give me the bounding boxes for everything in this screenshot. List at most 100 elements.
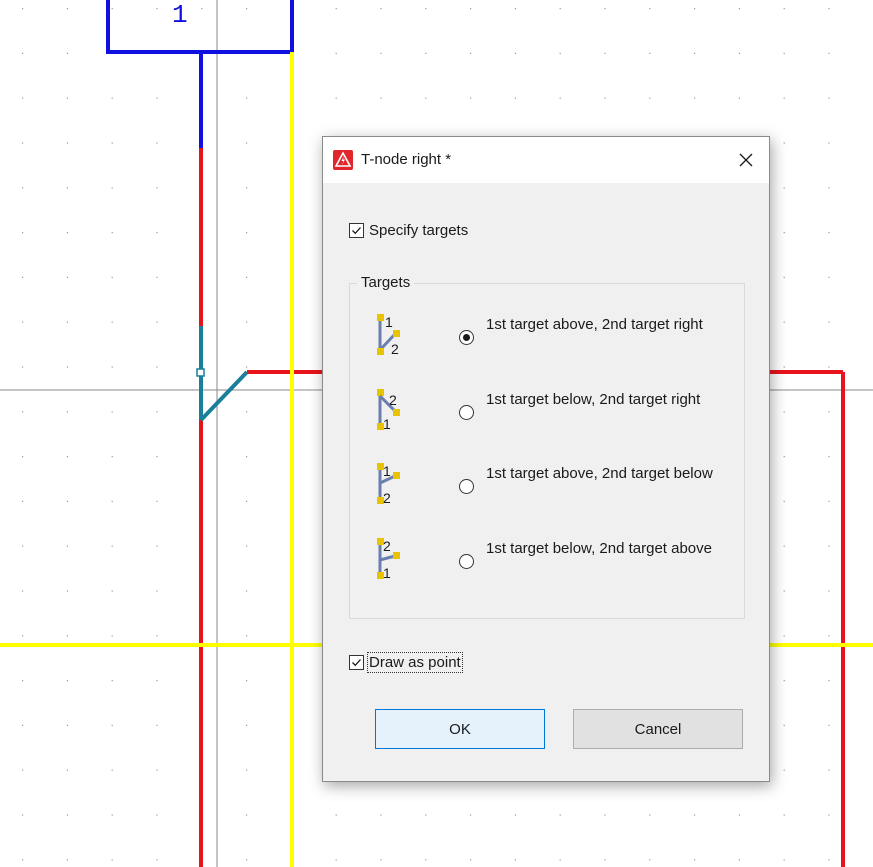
grid-dot [335, 52, 337, 54]
grid-dot [738, 859, 740, 861]
grid-dot [828, 724, 830, 726]
grid-dot [22, 456, 24, 458]
grid-dot [22, 635, 24, 637]
ok-button[interactable]: OK [375, 709, 545, 749]
grid-dot [738, 814, 740, 816]
grid-dot [783, 590, 785, 592]
grid-dot [246, 545, 248, 547]
grid-dot [783, 635, 785, 637]
grid-dot [470, 52, 472, 54]
radio-option-3[interactable] [459, 479, 474, 494]
grid-dot [246, 456, 248, 458]
tnode-diagonal[interactable] [199, 370, 249, 422]
grid-dot [470, 814, 472, 816]
component-label: 1 [172, 0, 188, 30]
grid-dot [783, 814, 785, 816]
grid-dot [111, 276, 113, 278]
grid-dot [649, 52, 651, 54]
grid-dot [246, 8, 248, 10]
target-option-1[interactable]: 1 2 1st target above, 2nd target right [359, 312, 729, 372]
cancel-button[interactable]: Cancel [573, 709, 743, 749]
grid-dot [425, 859, 427, 861]
draw-as-point-checkmark-box[interactable] [349, 655, 364, 670]
grid-dot [649, 97, 651, 99]
grid-dot [156, 769, 158, 771]
dialog-title: T-node right * [361, 151, 452, 168]
tnode-dialog: T-node right * Specify targets Targets 1… [322, 136, 770, 782]
checkmark-icon [352, 659, 361, 667]
grid-dot [425, 8, 427, 10]
svg-text:2: 2 [389, 392, 397, 408]
grid-dot [604, 859, 606, 861]
option-4-label: 1st target below, 2nd target above [486, 540, 712, 557]
svg-text:2: 2 [383, 490, 391, 506]
tnode-below-above-icon: 2 1 [377, 538, 400, 581]
grid-dot [514, 52, 516, 54]
specify-targets-checkmark-box[interactable] [349, 223, 364, 238]
grid-dot [783, 366, 785, 368]
grid-dot [783, 232, 785, 234]
tnode-above-below-icon: 1 2 [377, 463, 400, 506]
grid-dot [246, 366, 248, 368]
grid-dot [783, 97, 785, 99]
radio-option-2[interactable] [459, 405, 474, 420]
grid-dot [246, 859, 248, 861]
targets-group-title: Targets [357, 274, 415, 291]
grid-dot [22, 411, 24, 413]
component-box[interactable] [106, 0, 294, 54]
grid-dot [694, 814, 696, 816]
grid-dot [828, 366, 830, 368]
grid-dot [156, 590, 158, 592]
grid-dot [514, 8, 516, 10]
grid-dot [22, 276, 24, 278]
grid-dot [828, 500, 830, 502]
tnode-point[interactable] [196, 368, 205, 377]
target-option-4[interactable]: 2 1 1st target below, 2nd target above [359, 536, 729, 596]
grid-dot [246, 680, 248, 682]
grid-dot [649, 8, 651, 10]
grid-dot [335, 8, 337, 10]
grid-dot [66, 187, 68, 189]
grid-dot [470, 8, 472, 10]
option-2-label: 1st target below, 2nd target right [486, 391, 701, 408]
grid-dot [22, 545, 24, 547]
close-button[interactable] [723, 137, 769, 183]
grid-dot [156, 814, 158, 816]
grid-dot [828, 814, 830, 816]
grid-dot [246, 321, 248, 323]
grid-dot [246, 635, 248, 637]
grid-dot [111, 97, 113, 99]
grid-dot [156, 276, 158, 278]
grid-dot [66, 545, 68, 547]
grid-dot [22, 590, 24, 592]
radio-option-1[interactable] [459, 330, 474, 345]
grid-dot [66, 859, 68, 861]
grid-dot [828, 321, 830, 323]
grid-dot [111, 724, 113, 726]
grid-dot [783, 276, 785, 278]
grid-dot [22, 8, 24, 10]
grid-dot [156, 97, 158, 99]
grid-dot [156, 232, 158, 234]
grid-dot [828, 635, 830, 637]
grid-dot [246, 814, 248, 816]
grid-dot [335, 814, 337, 816]
grid-dot [66, 276, 68, 278]
grid-dot [783, 321, 785, 323]
grid-dot [156, 545, 158, 547]
target-option-3[interactable]: 1 2 1st target above, 2nd target below [359, 461, 729, 521]
draw-as-point-checkbox[interactable]: Draw as point [349, 652, 463, 673]
grid-dot [828, 52, 830, 54]
grid-dot [156, 500, 158, 502]
grid-dot [425, 52, 427, 54]
grid-dot [66, 366, 68, 368]
specify-targets-checkbox[interactable]: Specify targets [349, 222, 468, 239]
app-warning-icon [333, 150, 353, 170]
dialog-titlebar[interactable]: T-node right * [323, 137, 769, 183]
radio-option-4[interactable] [459, 554, 474, 569]
grid-dot [514, 97, 516, 99]
grid-dot [559, 97, 561, 99]
grid-dot [470, 859, 472, 861]
grid-dot [425, 97, 427, 99]
target-option-2[interactable]: 2 1 1st target below, 2nd target right [359, 387, 729, 447]
